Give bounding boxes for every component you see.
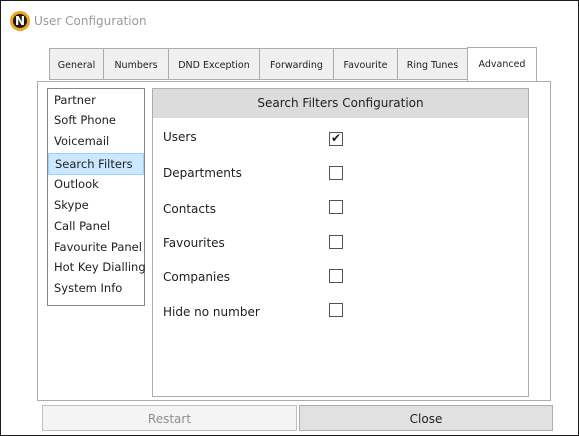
tab-ring-tunes[interactable]: Ring Tunes bbox=[397, 48, 468, 80]
option-label-favourites: Favourites bbox=[163, 236, 225, 250]
close-button[interactable]: Close bbox=[299, 405, 553, 431]
companies-checkbox[interactable] bbox=[329, 269, 343, 283]
option-label-users: Users bbox=[163, 130, 197, 144]
sidebar-item-system-info[interactable]: System Info bbox=[48, 280, 144, 297]
restart-button[interactable]: Restart bbox=[42, 405, 297, 431]
hide-no-number-checkbox[interactable] bbox=[329, 303, 343, 317]
sidebar-item-skype[interactable]: Skype bbox=[48, 197, 144, 214]
logo-letter: N bbox=[13, 14, 27, 28]
option-label-contacts: Contacts bbox=[163, 202, 216, 216]
advanced-sidebar-list: Partner Soft Phone Voicemail Search Filt… bbox=[47, 88, 146, 306]
favourites-checkbox[interactable] bbox=[329, 235, 343, 249]
sidebar-item-hot-key-dialling[interactable]: Hot Key Dialling bbox=[48, 259, 146, 276]
sidebar-item-outlook[interactable]: Outlook bbox=[48, 176, 144, 193]
tab-general[interactable]: General bbox=[49, 48, 104, 80]
sidebar-item-partner[interactable]: Partner bbox=[48, 92, 144, 109]
contacts-checkbox[interactable] bbox=[329, 200, 343, 214]
option-label-hide-no-number: Hide no number bbox=[163, 305, 260, 319]
search-filters-panel: Search Filters Configuration Users ✔ Dep… bbox=[152, 88, 529, 397]
tab-advanced[interactable]: Advanced bbox=[467, 47, 537, 81]
checkmark-icon: ✔ bbox=[330, 131, 342, 145]
tab-forwarding[interactable]: Forwarding bbox=[259, 48, 334, 80]
users-checkbox[interactable]: ✔ bbox=[329, 131, 343, 146]
app-logo-icon: N bbox=[10, 11, 30, 31]
sidebar-item-favourite-panel[interactable]: Favourite Panel bbox=[48, 239, 144, 256]
option-label-companies: Companies bbox=[163, 270, 230, 284]
panel-title: Search Filters Configuration bbox=[153, 89, 528, 118]
tab-numbers[interactable]: Numbers bbox=[103, 48, 169, 80]
sidebar-item-search-filters[interactable]: Search Filters bbox=[48, 153, 144, 175]
sidebar-item-soft-phone[interactable]: Soft Phone bbox=[48, 112, 144, 129]
window-title: User Configuration bbox=[34, 14, 147, 28]
sidebar-item-voicemail[interactable]: Voicemail bbox=[48, 133, 144, 150]
sidebar-item-call-panel[interactable]: Call Panel bbox=[48, 218, 144, 235]
tab-favourite[interactable]: Favourite bbox=[333, 48, 398, 80]
departments-checkbox[interactable] bbox=[329, 166, 343, 180]
tab-dnd-exception[interactable]: DND Exception bbox=[168, 48, 260, 80]
option-label-departments: Departments bbox=[163, 166, 242, 180]
